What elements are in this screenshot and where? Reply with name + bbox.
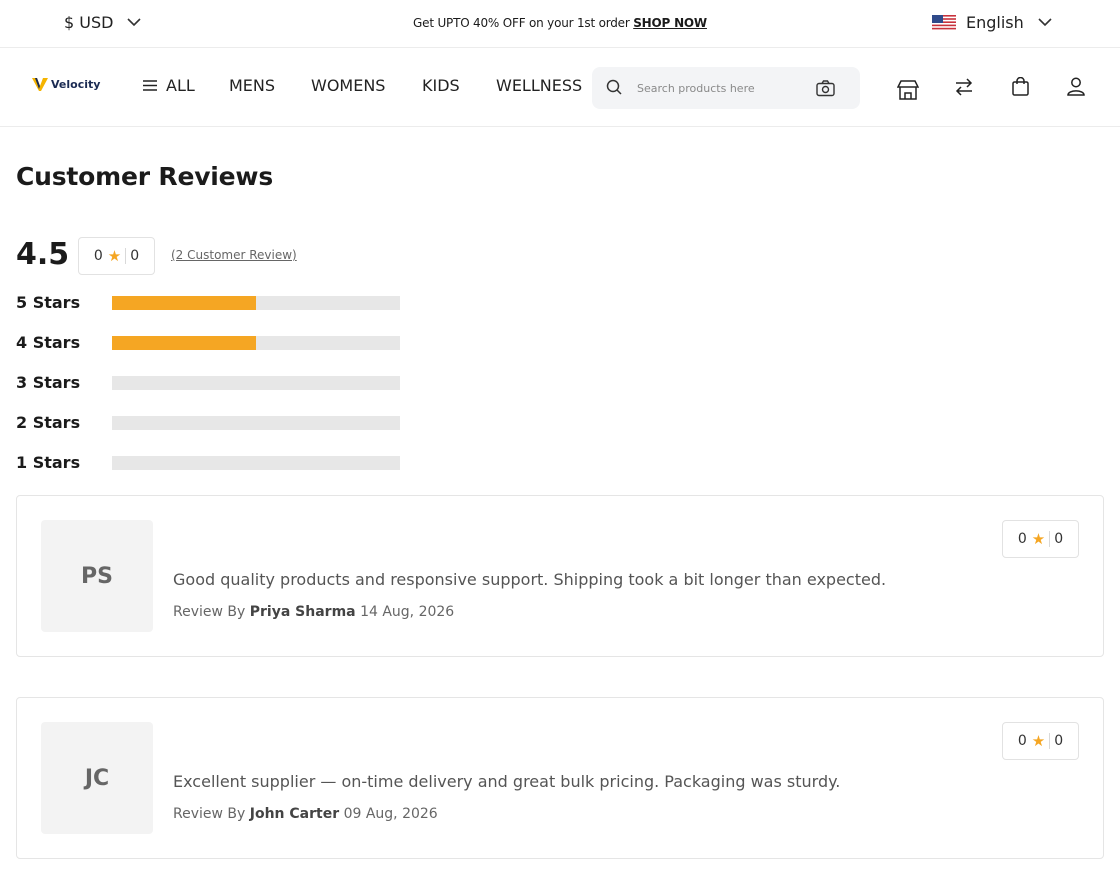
promo-text: Get UPTO 40% OFF on your 1st order [413, 16, 630, 30]
upvote-count[interactable]: 0 [1018, 733, 1027, 749]
review-vote-box: 0 ★ 0 [1002, 520, 1079, 558]
all-categories-button[interactable]: ALL [143, 76, 195, 95]
avatar: PS [41, 520, 153, 632]
rating-row-label: 2 Stars [16, 413, 81, 432]
star-icon: ★ [1031, 530, 1046, 548]
brand-logo[interactable]: Velocity [32, 78, 100, 91]
user-icon[interactable] [1067, 77, 1085, 96]
review-count-link[interactable]: (2 Customer Review) [171, 248, 297, 262]
review-card: JC 0 ★ 0 Excellent supplier — on-time de… [16, 697, 1104, 859]
vote-divider [1049, 531, 1051, 547]
vote-divider [125, 248, 127, 264]
review-author: John Carter [249, 806, 340, 822]
upvote-count[interactable]: 0 [94, 248, 103, 264]
shop-now-link[interactable]: SHOP NOW [633, 16, 707, 30]
store-icon[interactable] [897, 80, 919, 100]
all-label: ALL [166, 76, 195, 95]
search-icon[interactable] [606, 79, 623, 96]
rating-row-label: 1 Stars [16, 453, 81, 472]
top-bar: $ USD Get UPTO 40% OFF on your 1st order… [0, 0, 1120, 48]
rating-bar-track [112, 456, 400, 470]
rating-bar-track [112, 376, 400, 390]
review-date: 09 Aug, 2026 [343, 806, 438, 822]
nav-wellness[interactable]: WELLNESS [496, 76, 582, 95]
language-label: English [966, 13, 1024, 32]
menu-icon [143, 80, 157, 91]
main-navbar: Velocity ALL MENS WOMENS KIDS WELLNESS [0, 48, 1120, 127]
chevron-down-icon [1038, 18, 1052, 27]
downvote-count[interactable]: 0 [1054, 531, 1063, 547]
us-flag-icon [932, 14, 956, 31]
language-selector[interactable]: English [932, 13, 1052, 32]
search-input[interactable] [637, 78, 797, 98]
page-title: Customer Reviews [16, 162, 273, 191]
rating-bar-track [112, 336, 400, 350]
nav-mens[interactable]: MENS [229, 76, 275, 95]
review-vote-box: 0 ★ 0 [1002, 722, 1079, 760]
review-text: Excellent supplier — on-time delivery an… [173, 772, 841, 791]
summary-vote-box: 0 ★ 0 [78, 237, 155, 275]
downvote-count[interactable]: 0 [1054, 733, 1063, 749]
downvote-count[interactable]: 0 [130, 248, 139, 264]
star-icon: ★ [1031, 732, 1046, 750]
bag-icon[interactable] [1012, 77, 1029, 96]
nav-womens[interactable]: WOMENS [311, 76, 385, 95]
rating-row-label: 3 Stars [16, 373, 81, 392]
rating-bar-fill [112, 296, 256, 310]
vote-divider [1049, 733, 1051, 749]
review-by-label: Review By [173, 604, 246, 620]
avatar: JC [41, 722, 153, 834]
review-meta: Review By John Carter 09 Aug, 2026 [173, 806, 438, 822]
search-bar [592, 67, 860, 109]
review-text: Good quality products and responsive sup… [173, 570, 887, 589]
logo-mark-icon [32, 78, 48, 91]
review-card: PS 0 ★ 0 Good quality products and respo… [16, 495, 1104, 657]
review-by-label: Review By [173, 806, 246, 822]
star-icon: ★ [107, 247, 122, 265]
rating-bar-fill [112, 336, 256, 350]
review-author: Priya Sharma [249, 604, 356, 620]
average-rating: 4.5 [16, 237, 70, 272]
brand-name: Velocity [51, 78, 101, 91]
rating-bar-track [112, 416, 400, 430]
rating-bar-track [112, 296, 400, 310]
review-meta: Review By Priya Sharma 14 Aug, 2026 [173, 604, 454, 620]
camera-icon[interactable] [816, 80, 835, 97]
nav-kids[interactable]: KIDS [422, 76, 460, 95]
compare-icon[interactable] [954, 78, 974, 96]
upvote-count[interactable]: 0 [1018, 531, 1027, 547]
review-date: 14 Aug, 2026 [360, 604, 455, 620]
rating-row-label: 4 Stars [16, 333, 81, 352]
rating-row-label: 5 Stars [16, 293, 81, 312]
